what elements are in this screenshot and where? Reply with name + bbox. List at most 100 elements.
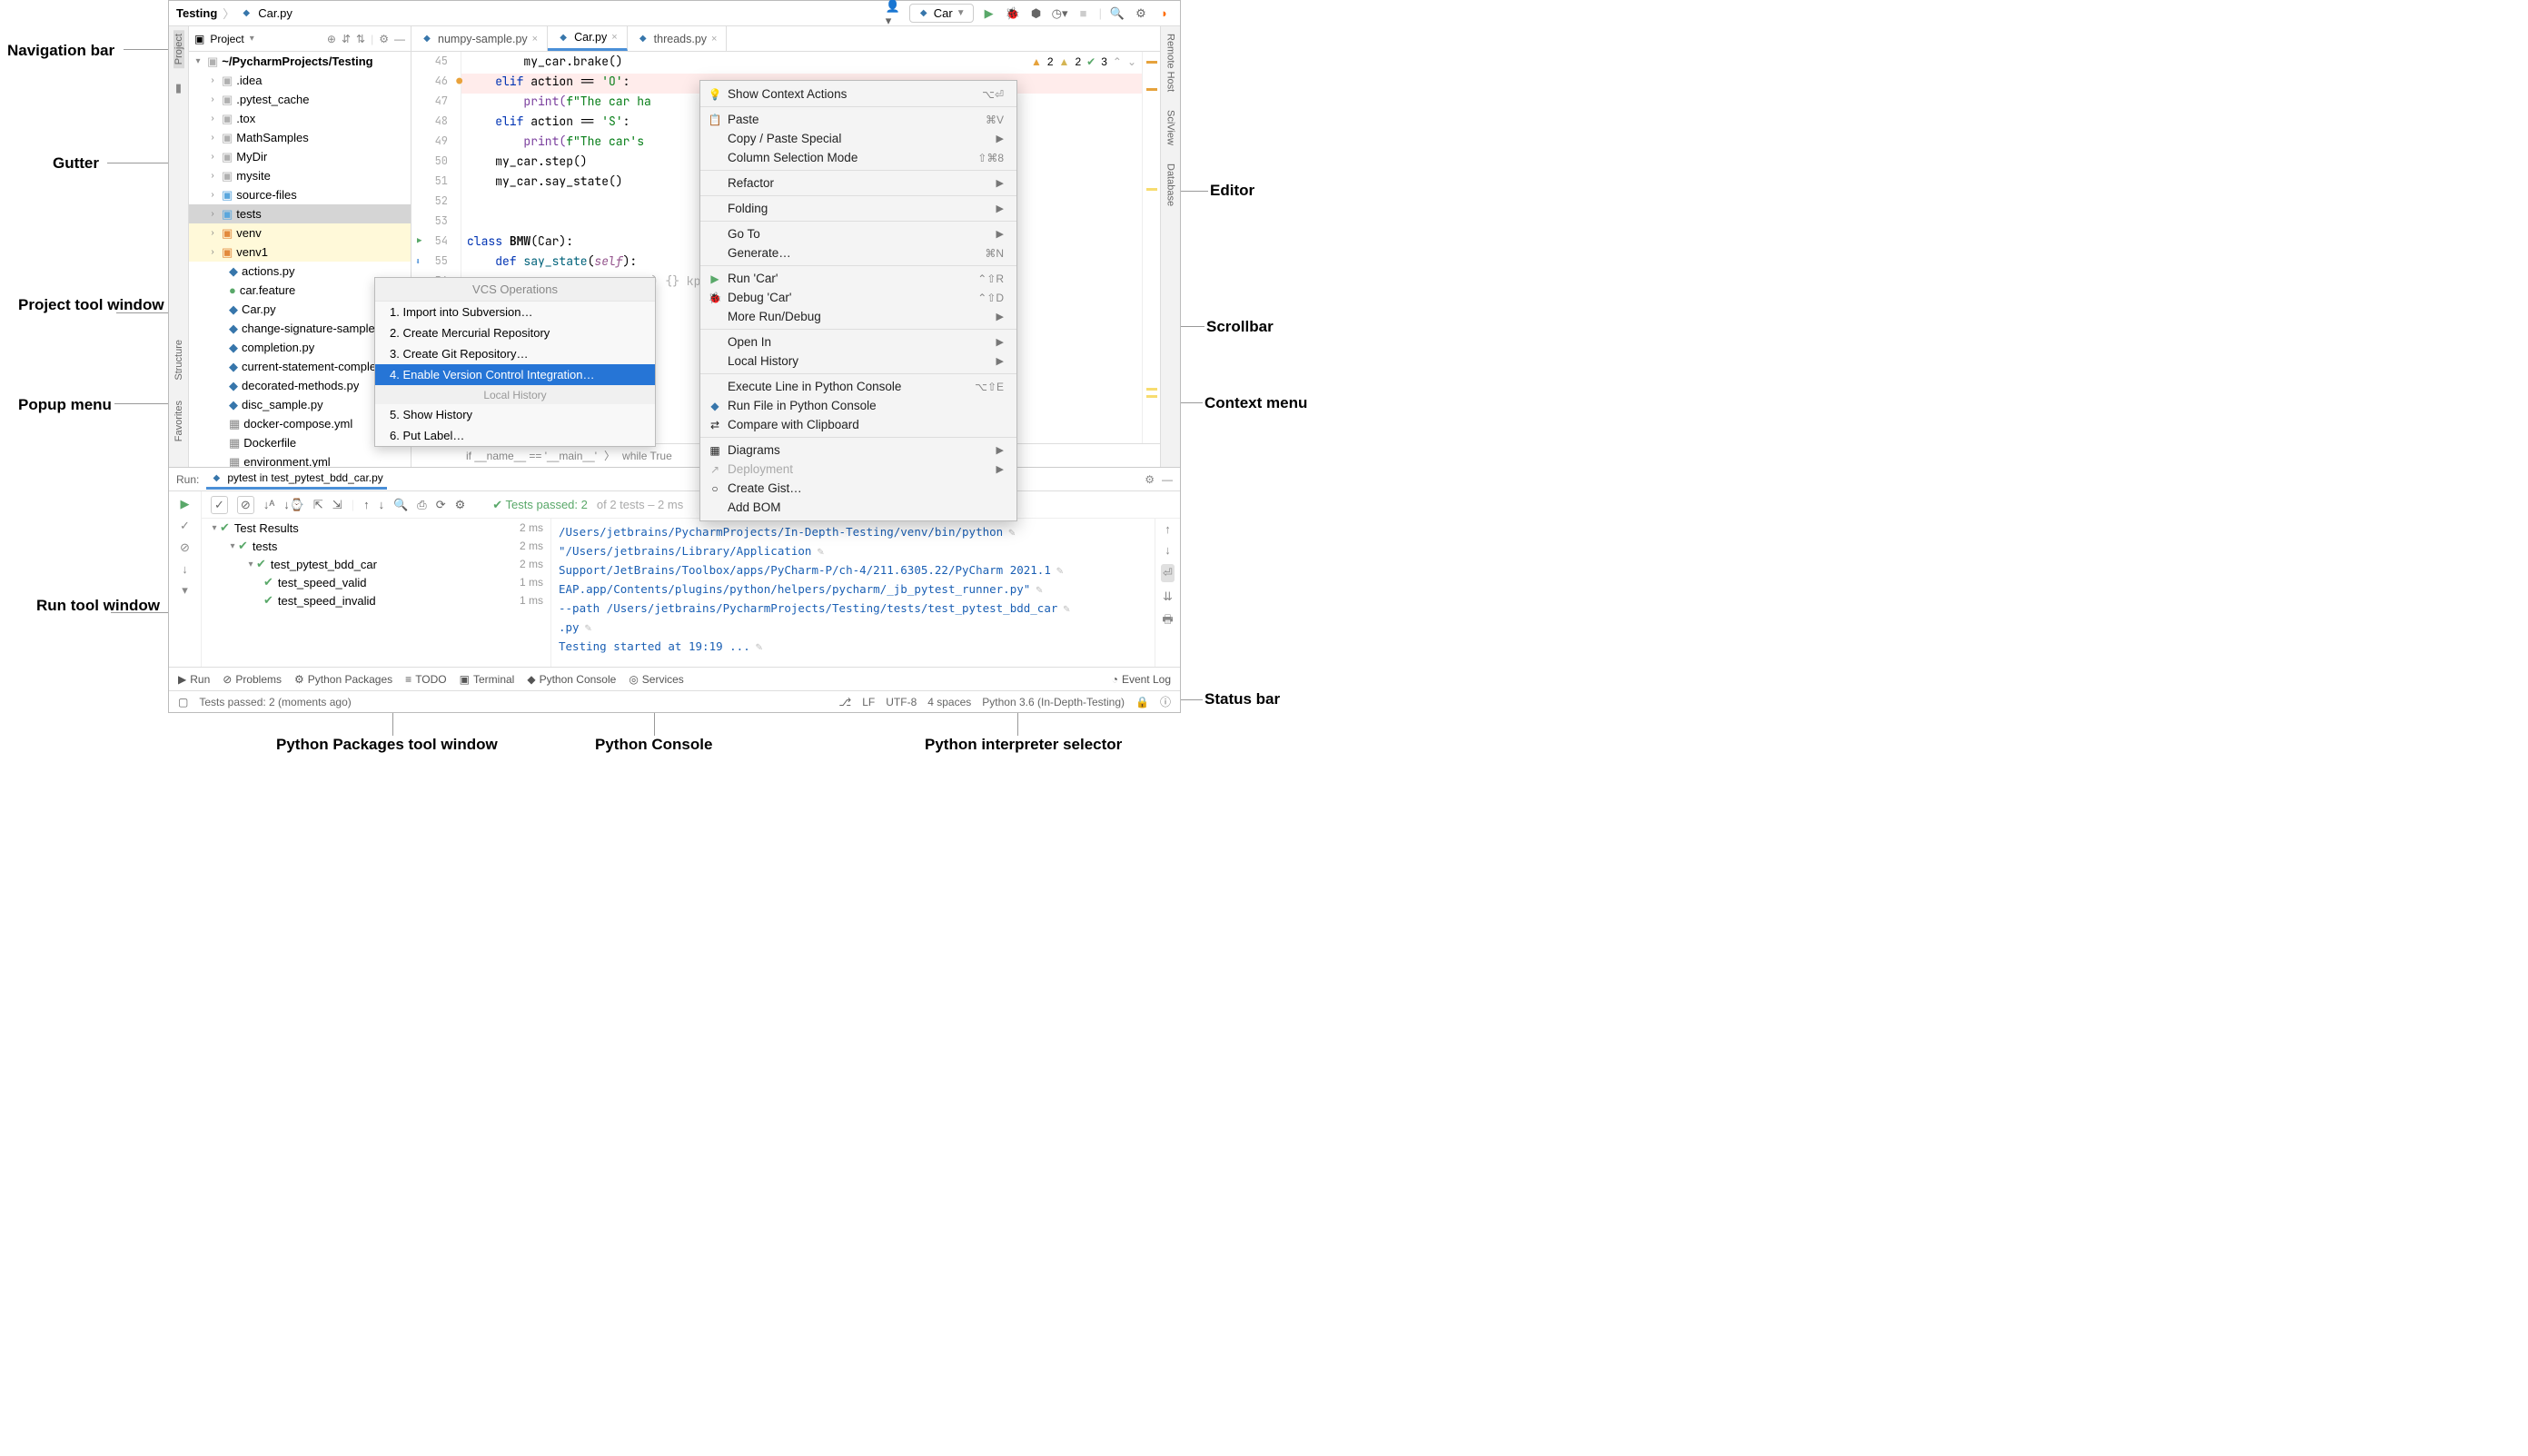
run-tab-active[interactable]: pytest in test_pytest_bdd_car.py [206, 469, 386, 490]
search-button[interactable]: 🔍 [1109, 5, 1125, 22]
gutter-line-number[interactable]: 54 [411, 233, 461, 253]
bottom-tool-button[interactable]: ▶Run [178, 673, 210, 686]
down-button[interactable]: ▾ [182, 583, 188, 598]
show-passed-button[interactable]: ✓ [211, 496, 228, 514]
editor-context-menu[interactable]: 💡Show Context Actions⌥⏎📋Paste⌘VCopy / Pa… [699, 80, 1017, 521]
context-menu-item[interactable]: Generate…⌘N [700, 243, 1016, 262]
bottom-tool-button[interactable]: ◎Services [629, 673, 684, 686]
sort-button[interactable]: ↓ᴬ [263, 498, 274, 511]
expander-icon[interactable]: › [207, 133, 218, 143]
expander-icon[interactable]: › [207, 190, 218, 200]
test-tree-row[interactable]: ▾✔test_pytest_bdd_car2 ms [202, 555, 550, 573]
context-menu-item[interactable]: ○Create Gist… [700, 479, 1016, 498]
run-button[interactable]: ▶ [981, 5, 997, 22]
show-ignored-button[interactable]: ⊘ [237, 496, 254, 514]
breadcrumb-segment[interactable]: while True [622, 450, 672, 462]
context-menu-item[interactable]: Copy / Paste Special▶ [700, 129, 1016, 148]
bottom-tool-button[interactable]: ◆Python Console [527, 673, 616, 686]
right-stripe-button[interactable]: Database [1165, 162, 1176, 208]
breadcrumb-segment[interactable]: if __name__ == '__main__' [466, 450, 597, 462]
tree-row[interactable]: ›▣mysite [189, 166, 411, 185]
prev-button[interactable]: ↑ [363, 498, 370, 511]
gutter-line-number[interactable]: 45 [411, 54, 461, 74]
edit-icon[interactable]: ✎ [1036, 579, 1043, 599]
debug-button[interactable]: 🐞 [1005, 5, 1021, 22]
edit-icon[interactable]: ✎ [1008, 522, 1016, 541]
expander-icon[interactable]: ▾ [193, 56, 203, 66]
breadcrumb-item[interactable]: Car.py [258, 6, 292, 20]
expander-icon[interactable]: › [207, 247, 218, 257]
search-button[interactable]: 🔍 [393, 498, 408, 512]
gutter-line-number[interactable]: 48 [411, 114, 461, 134]
structure-tool-button[interactable]: Structure [173, 336, 184, 384]
hide-icon[interactable]: — [394, 33, 405, 45]
expander-icon[interactable]: › [207, 171, 218, 181]
popup-item[interactable]: 5. Show History [375, 404, 655, 425]
tree-row[interactable]: ›▣.tox [189, 109, 411, 128]
tree-row[interactable]: ›▣.pytest_cache [189, 90, 411, 109]
expander-icon[interactable]: › [207, 209, 218, 219]
tree-row[interactable]: ›▣venv [189, 223, 411, 243]
expander-icon[interactable]: ▾ [245, 560, 256, 570]
locate-icon[interactable]: ⊕ [327, 33, 336, 45]
expand-icon[interactable]: ⇵ [342, 33, 351, 45]
right-stripe-button[interactable]: Remote Host [1165, 32, 1176, 94]
project-header-title[interactable]: Project [210, 33, 243, 45]
jetbrains-icon[interactable]: ◗ [1156, 5, 1173, 22]
bottom-tool-button[interactable]: ≡TODO [405, 673, 446, 686]
user-icon[interactable]: 👤▾ [886, 5, 902, 22]
expander-icon[interactable]: › [207, 152, 218, 162]
export-button[interactable]: ⎙ [417, 498, 426, 512]
gutter-line-number[interactable]: 49 [411, 134, 461, 154]
right-stripe-button[interactable]: SciView [1165, 108, 1176, 147]
test-tree-row[interactable]: ▾✔tests2 ms [202, 537, 550, 555]
context-menu-item[interactable]: ◆Run File in Python Console [700, 396, 1016, 415]
editor-tab[interactable]: Car.py× [548, 26, 628, 51]
tree-row[interactable]: ›▣source-files [189, 185, 411, 204]
collapse-icon[interactable]: ⇅ [356, 33, 365, 45]
context-menu-item[interactable]: Folding▶ [700, 199, 1016, 218]
console-line[interactable]: /Users/jetbrains/PycharmProjects/In-Dept… [559, 522, 1147, 541]
tree-row[interactable]: ›▣venv1 [189, 243, 411, 262]
console-line[interactable]: Support/JetBrains/Toolbox/apps/PyCharm-P… [559, 560, 1147, 579]
context-menu-item[interactable]: ▦Diagrams▶ [700, 441, 1016, 460]
context-menu-item[interactable]: 📋Paste⌘V [700, 110, 1016, 129]
editor-tab[interactable]: threads.py× [628, 26, 728, 51]
expander-icon[interactable]: ▾ [227, 541, 238, 551]
status-icon[interactable]: ▢ [178, 696, 188, 708]
up-icon[interactable]: ⌃ [1113, 55, 1122, 68]
history-button[interactable]: ⟳ [436, 498, 446, 512]
gear-icon[interactable]: ⚙ [455, 498, 466, 512]
popup-item[interactable]: 1. Import into Subversion… [375, 302, 655, 322]
profile-button[interactable]: ◷▾ [1052, 5, 1068, 22]
favorites-tool-button[interactable]: Favorites [173, 397, 184, 445]
context-menu-item[interactable]: Add BOM [700, 498, 1016, 517]
test-tree-row[interactable]: ✔test_speed_valid1 ms [202, 573, 550, 591]
git-icon[interactable]: ⎇ [838, 696, 851, 708]
context-menu-item[interactable]: 🐞Debug 'Car'⌃⇧D [700, 288, 1016, 307]
wrap-icon[interactable]: ⏎ [1161, 564, 1175, 582]
test-tree-row[interactable]: ▾✔Test Results2 ms [202, 519, 550, 537]
context-menu-item[interactable]: Execute Line in Python Console⌥⇧E [700, 377, 1016, 396]
bottom-tool-button[interactable]: ▣Terminal [460, 673, 515, 686]
expand-button[interactable]: ⇱ [313, 498, 323, 512]
close-icon[interactable]: × [711, 34, 717, 45]
vcs-popup-menu[interactable]: VCS Operations 1. Import into Subversion… [374, 277, 656, 447]
editor-tab[interactable]: numpy-sample.py× [411, 26, 548, 51]
edit-icon[interactable]: ✎ [1056, 560, 1064, 579]
bookmark-icon[interactable]: ▮ [175, 81, 182, 95]
rail-marker[interactable] [1146, 188, 1157, 191]
print-icon[interactable]: 🖶 [1162, 611, 1173, 631]
up-icon[interactable]: ↑ [1165, 522, 1171, 536]
tree-row[interactable]: ›▣MyDir [189, 147, 411, 166]
hide-icon[interactable]: — [1162, 473, 1173, 486]
context-menu-item[interactable]: ⇄Compare with Clipboard [700, 415, 1016, 434]
rail-warning-marker[interactable] [1146, 88, 1157, 91]
context-menu-item[interactable]: ▶Run 'Car'⌃⇧R [700, 269, 1016, 288]
context-menu-item[interactable]: More Run/Debug▶ [700, 307, 1016, 326]
stop-button[interactable]: ⊘ [180, 540, 190, 555]
event-log-button[interactable]: ◔Event Log [1112, 673, 1171, 686]
context-menu-item[interactable]: Go To▶ [700, 224, 1016, 243]
indent[interactable]: 4 spaces [927, 696, 971, 708]
lock-icon[interactable]: 🔒 [1135, 696, 1149, 708]
